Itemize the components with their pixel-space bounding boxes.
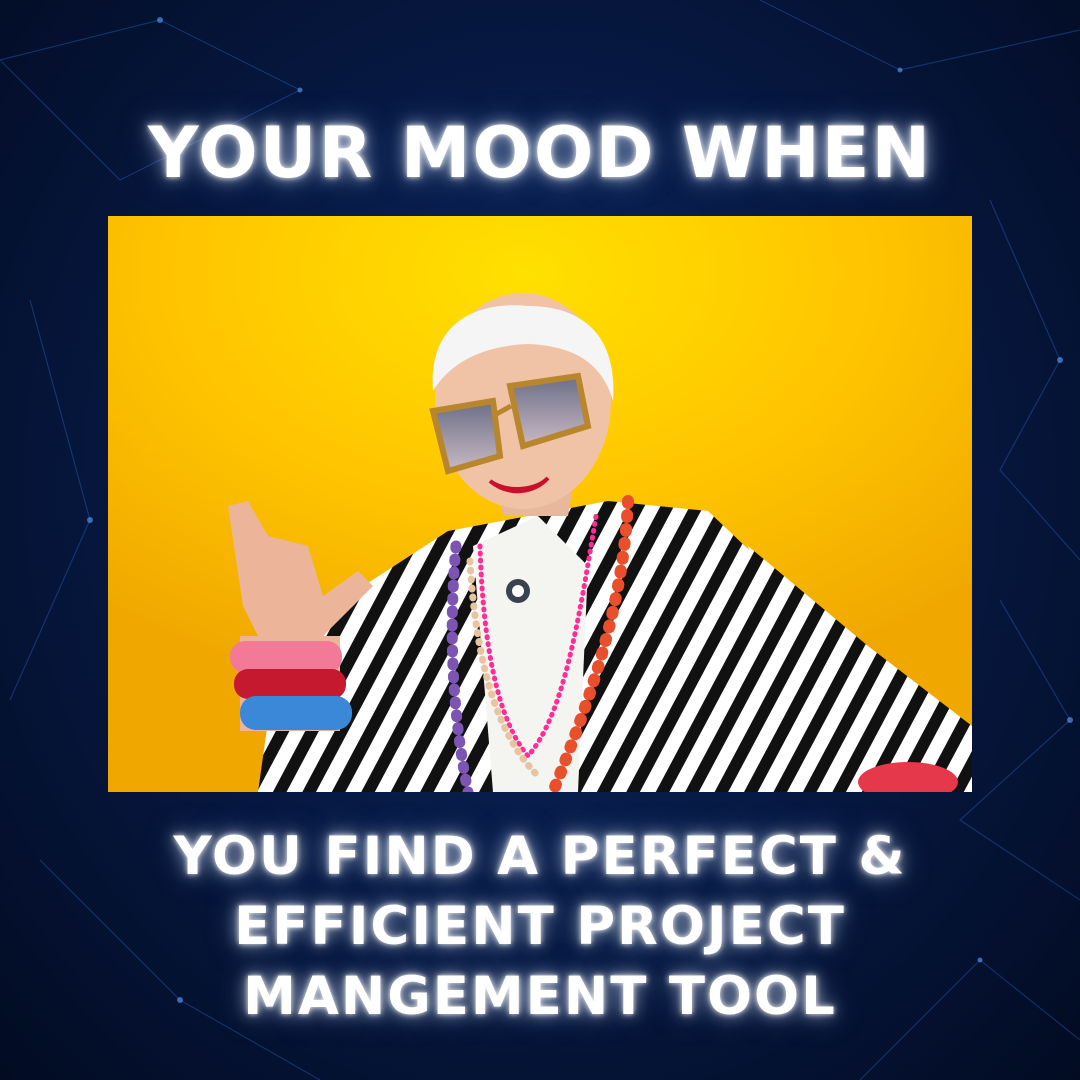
headline-top: YOUR MOOD WHEN xyxy=(147,112,933,194)
headline-bottom: YOU FIND A PERFECT & EFFICIENT PROJECT M… xyxy=(0,822,1080,1032)
headline-bottom-line-1: YOU FIND A PERFECT & xyxy=(173,826,907,887)
headline-bottom-line-3: MANGEMENT TOOL xyxy=(243,966,837,1027)
meme-poster: YOUR MOOD WHEN YOU FIND A PERFECT & EFFI… xyxy=(0,0,1080,1080)
photo-dancing-woman xyxy=(108,216,972,792)
photo-illustration xyxy=(108,216,972,792)
headline-bottom-line-2: EFFICIENT PROJECT xyxy=(234,896,846,957)
